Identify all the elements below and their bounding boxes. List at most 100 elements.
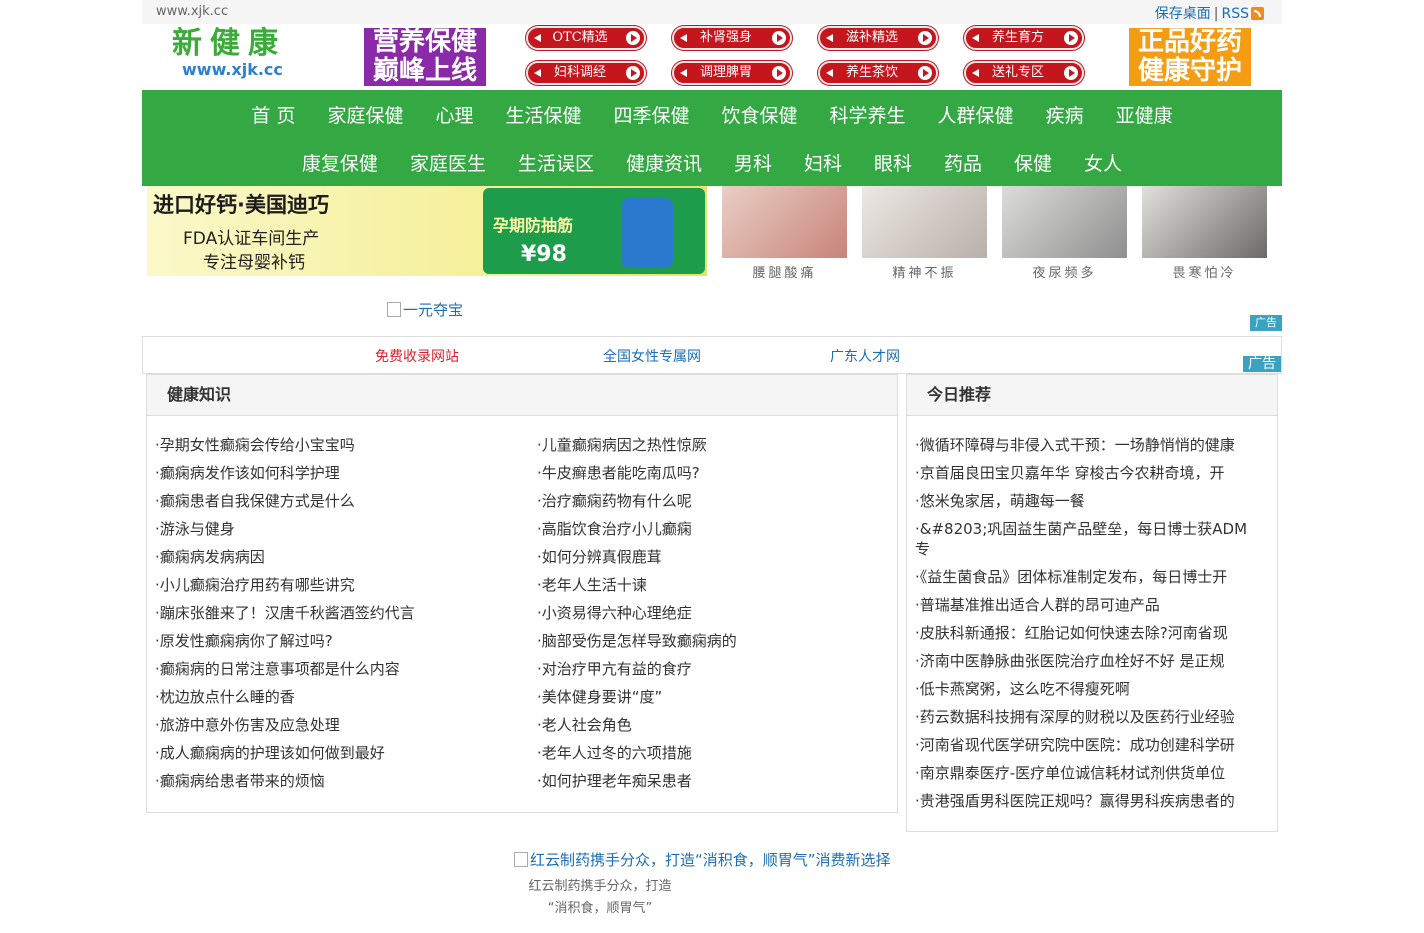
- list-item[interactable]: ·癫痫病发病病因: [155, 543, 525, 571]
- nav-science[interactable]: 科学养生: [814, 101, 922, 128]
- nav-seasons[interactable]: 四季保健: [598, 101, 706, 128]
- nav-family-care[interactable]: 家庭保健: [311, 101, 419, 128]
- knowledge-list-right: ·儿童癫痫病因之热性惊厥 ·牛皮癣患者能吃南瓜吗? ·治疗癫痫药物有什么呢 ·高脂饮食…: [537, 431, 887, 795]
- list-item[interactable]: ·牛皮癣患者能吃南瓜吗?: [537, 459, 887, 487]
- pill-tea[interactable]: 养生茶饮: [818, 61, 938, 85]
- nav-eye[interactable]: 眼科: [858, 149, 928, 176]
- list-item[interactable]: ·高脂饮食治疗小儿癫痫: [537, 515, 887, 543]
- nav-diet[interactable]: 饮食保健: [706, 101, 814, 128]
- arrow-icon: [918, 66, 932, 80]
- list-item[interactable]: ·成人癫痫病的护理该如何做到最好: [155, 739, 525, 767]
- list-item[interactable]: ·老年人生活十谏: [537, 571, 887, 599]
- list-item[interactable]: ·癫痫病的日常注意事项都是什么内容: [155, 655, 525, 683]
- thumb-item[interactable]: 精神不振: [862, 186, 987, 281]
- save-desktop-link[interactable]: 保存桌面: [1155, 6, 1211, 22]
- thumb-item[interactable]: 腰腿酸痛: [722, 186, 847, 281]
- list-item[interactable]: ·孕期女性癫痫会传给小宝宝吗: [155, 431, 525, 459]
- list-item[interactable]: ·儿童癫痫病因之热性惊厥: [537, 431, 887, 459]
- list-item[interactable]: ·旅游中意外伤害及应急处理: [155, 711, 525, 739]
- site-logo[interactable]: 新健康 www.xjk.cc: [172, 26, 292, 78]
- list-item[interactable]: ·药云数据科技拥有深厚的财税以及医药行业经验: [915, 703, 1269, 731]
- list-item[interactable]: ·普瑞基准推出适合人群的昂可迪产品: [915, 591, 1269, 619]
- list-item[interactable]: ·原发性癫痫病你了解过吗?: [155, 627, 525, 655]
- ad-right-line2: 健康守护: [1137, 56, 1242, 86]
- pill-label: 送礼专区: [991, 65, 1044, 80]
- nav-women-health[interactable]: 妇科: [788, 149, 858, 176]
- banner-line2: FDA认证车间生产: [183, 229, 320, 249]
- pill-stomach[interactable]: 调理脾胃: [672, 61, 792, 85]
- list-item[interactable]: ·京首届良田宝贝嘉年华 穿梭古今农耕奇境，开: [915, 459, 1269, 487]
- list-item[interactable]: ·小儿癫痫治疗用药有哪些讲究: [155, 571, 525, 599]
- nav-row-1: 首 页 家庭保健 心理 生活保健 四季保健 饮食保健 科学养生 人群保健 疾病 …: [142, 90, 1282, 138]
- list-item[interactable]: ·微循环障碍与非侵入式干预：一场静悄悄的健康: [915, 431, 1269, 459]
- list-item[interactable]: ·悠米兔家居，萌趣每一餐: [915, 487, 1269, 515]
- list-item[interactable]: ·贵港强盾男科医院正规吗？赢得男科疾病患者的: [915, 787, 1269, 815]
- thumb-item[interactable]: 畏寒怕冷: [1142, 186, 1267, 281]
- ad-image-link[interactable]: 一元夺宝: [387, 299, 463, 320]
- symptom-thumbs: 腰腿酸痛 精神不振 夜尿频多 畏寒怕冷: [722, 186, 1267, 281]
- list-item[interactable]: ·美体健身要讲“度”: [537, 683, 887, 711]
- nav-rehab[interactable]: 康复保健: [286, 149, 394, 176]
- list-item[interactable]: ·癫痫患者自我保健方式是什么: [155, 487, 525, 515]
- list-item[interactable]: ·老人社会角色: [537, 711, 887, 739]
- list-item[interactable]: ·皮肤科新通报：红胎记如何快速去除?河南省现: [915, 619, 1269, 647]
- list-item[interactable]: ·脑部受伤是怎样导致癫痫病的: [537, 627, 887, 655]
- pill-otc[interactable]: OTC精选: [526, 26, 646, 50]
- header-ad-left[interactable]: 营养保健 巅峰上线: [364, 28, 486, 86]
- pill-kidney[interactable]: 补肾强身: [672, 26, 792, 50]
- list-item[interactable]: ·如何分辨真假鹿茸: [537, 543, 887, 571]
- friend-link-free[interactable]: 免费收录网站: [375, 346, 459, 366]
- nav-men[interactable]: 男科: [718, 149, 788, 176]
- health-knowledge-title: 健康知识: [147, 375, 897, 416]
- list-item[interactable]: ·老年人过冬的六项措施: [537, 739, 887, 767]
- list-item[interactable]: ·蹦床张雒来了！汉唐千秋酱酒签约代言: [155, 599, 525, 627]
- list-item[interactable]: ·癫痫病给患者带来的烦恼: [155, 767, 525, 795]
- nav-women[interactable]: 女人: [1068, 149, 1138, 176]
- nav-life-care[interactable]: 生活保健: [489, 101, 597, 128]
- list-item[interactable]: ·《益生菌食品》团体标准制定发布，每日博士开: [915, 563, 1269, 591]
- footer-ad-link[interactable]: 红云制药携手分众，打造“消积食，顺胃气”消费新选择: [514, 849, 891, 870]
- nav-drugs[interactable]: 药品: [928, 149, 998, 176]
- pill-gift[interactable]: 送礼专区: [964, 61, 1084, 85]
- list-item[interactable]: ·治疗癫痫药物有什么呢: [537, 487, 887, 515]
- logo-text-en: www.xjk.cc: [182, 60, 283, 79]
- list-item[interactable]: ·癫痫病发作该如何科学护理: [155, 459, 525, 487]
- list-item[interactable]: ·&#8203;巩固益生菌产品壁垒，每日博士获ADM: [915, 515, 1269, 543]
- arrow-icon: [1064, 31, 1078, 45]
- arrow-icon: [626, 31, 640, 45]
- header-ad-right[interactable]: 正品好药 健康守护: [1129, 28, 1251, 86]
- rss-link[interactable]: RSS: [1221, 6, 1249, 22]
- rss-icon[interactable]: [1251, 7, 1264, 20]
- nav-home[interactable]: 首 页: [235, 101, 311, 128]
- calcium-ad-banner[interactable]: 进口好钙·美国迪巧 FDA认证车间生产 专注母婴补钙 孕期防抽筋 ¥98: [147, 186, 707, 276]
- thumb-item[interactable]: 夜尿频多: [1002, 186, 1127, 281]
- list-item[interactable]: ·游泳与健身: [155, 515, 525, 543]
- footer-ad-caption[interactable]: 红云制药携手分众，打造 “消积食，顺胃气”: [510, 876, 690, 920]
- list-item[interactable]: ·对治疗甲亢有益的食疗: [537, 655, 887, 683]
- list-item[interactable]: ·南京鼎泰医疗-医疗单位诚信耗材试剂供货单位: [915, 759, 1269, 787]
- friend-link-women[interactable]: 全国女性专属网: [603, 346, 701, 366]
- nav-psychology[interactable]: 心理: [419, 101, 489, 128]
- friend-link-talent[interactable]: 广东人才网: [830, 346, 900, 366]
- ad-left-line2: 巅峰上线: [372, 56, 477, 86]
- nav-family-doctor[interactable]: 家庭医生: [394, 149, 502, 176]
- nav-myths[interactable]: 生活误区: [502, 149, 610, 176]
- arrow-icon: [626, 66, 640, 80]
- list-item[interactable]: ·低卡燕窝粥，这么吃不得瘦死啊: [915, 675, 1269, 703]
- nav-groups[interactable]: 人群保健: [922, 101, 1030, 128]
- nav-subhealth[interactable]: 亚健康: [1100, 101, 1189, 128]
- nav-care[interactable]: 保健: [998, 149, 1068, 176]
- nav-disease[interactable]: 疾病: [1030, 101, 1100, 128]
- thumb-caption: 畏寒怕冷: [1172, 266, 1237, 281]
- list-item[interactable]: ·枕边放点什么睡的香: [155, 683, 525, 711]
- pill-gyn[interactable]: 妇科调经: [526, 61, 646, 85]
- pill-label: 妇科调经: [553, 65, 606, 80]
- pill-recipe[interactable]: 养生育方: [964, 26, 1084, 50]
- list-item[interactable]: ·河南省现代医学研究院中医院：成功创建科学研: [915, 731, 1269, 759]
- pill-tonic[interactable]: 滋补精选: [818, 26, 938, 50]
- header: 新健康 www.xjk.cc 营养保健 巅峰上线 OTC精选 补肾强身 滋补精选…: [142, 24, 1282, 90]
- list-item[interactable]: ·济南中医静脉曲张医院治疗血栓好不好 是正规: [915, 647, 1269, 675]
- list-item[interactable]: ·如何护理老年痴呆患者: [537, 767, 887, 795]
- list-item[interactable]: ·小资易得六种心理绝症: [537, 599, 887, 627]
- nav-news[interactable]: 健康资讯: [610, 149, 718, 176]
